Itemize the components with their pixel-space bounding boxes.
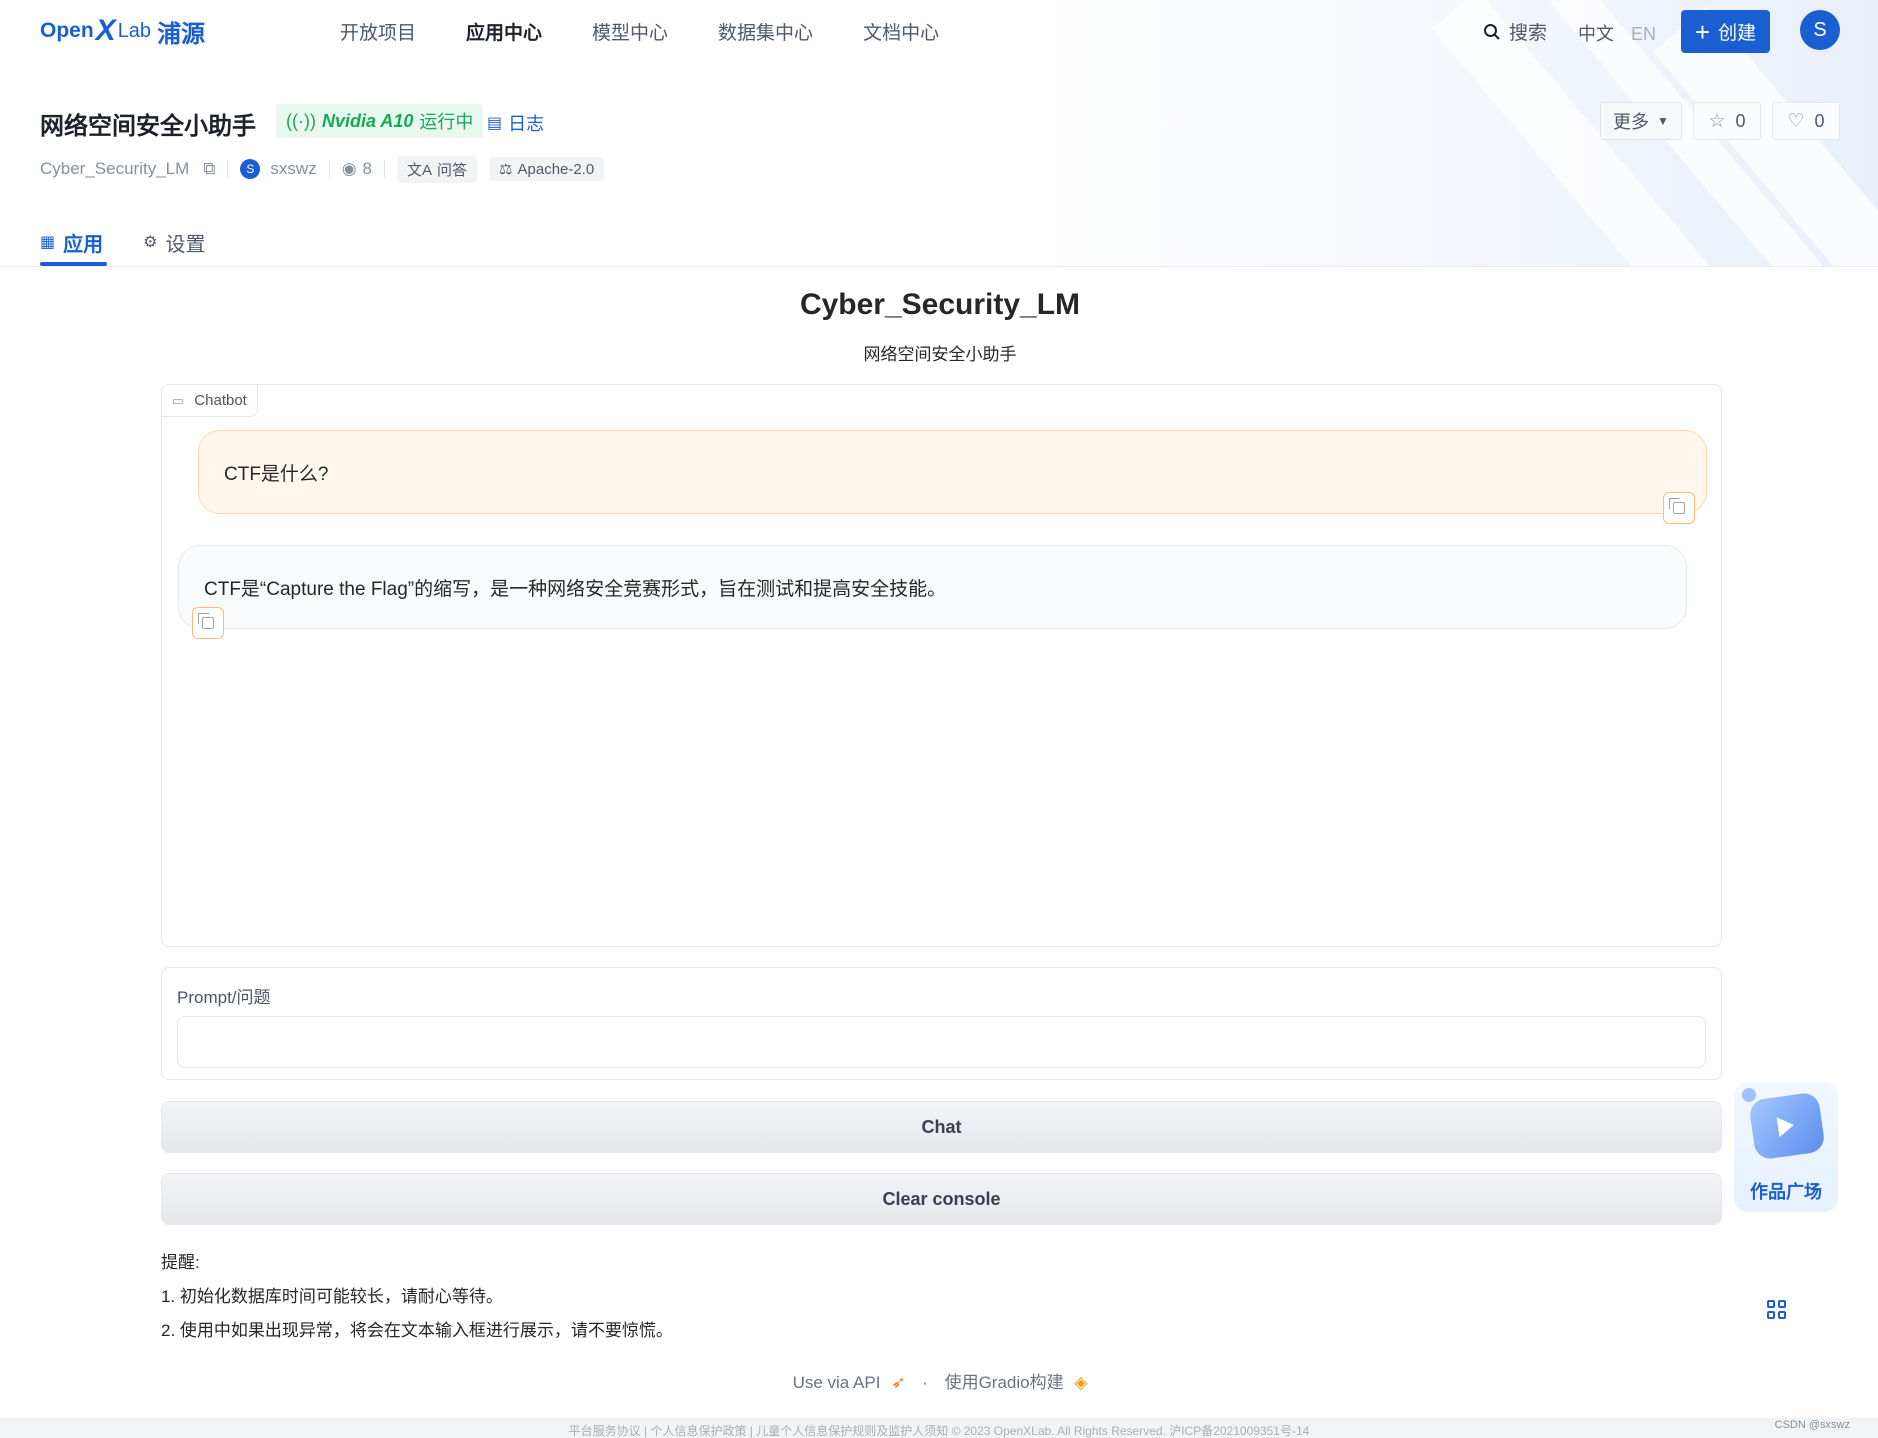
tab-app[interactable]: ▦ 应用 bbox=[40, 222, 103, 262]
running-icon: ((·)) bbox=[286, 110, 316, 131]
status-badge: ((·)) Nvidia A10 运行中 bbox=[276, 104, 484, 138]
gradio-subtitle: 网络空间安全小助手 bbox=[863, 345, 1017, 364]
chatbot-label-text: Chatbot bbox=[194, 392, 247, 409]
copy-user-message-button[interactable] bbox=[1663, 492, 1695, 524]
app-meta-row: Cyber_Security_LM ⧉ S sxswz ◉ 8 文A 问答 ⚖ Ap… bbox=[40, 155, 616, 183]
more-label: 更多 bbox=[1613, 112, 1650, 132]
nav-item-model-center[interactable]: 模型中心 bbox=[592, 18, 668, 45]
notes: 提醒: 1. 初始化数据库时间可能较长，请耐心等待。 2. 使用中如果出现异常，… bbox=[161, 1246, 673, 1348]
nav-right-group: 搜索 中文 EN + 创建 S bbox=[1278, 0, 1878, 62]
grid-icon: ▦ bbox=[40, 234, 56, 251]
main-menu: 开放项目 应用中心 模型中心 数据集中心 文档中心 bbox=[340, 18, 989, 45]
star-icon: ☆ bbox=[1708, 110, 1726, 132]
tag-qa-label: 问答 bbox=[437, 161, 468, 179]
gradio-title: Cyber_Security_LM bbox=[799, 288, 1081, 321]
chat-icon: ▭ bbox=[172, 392, 185, 408]
logo-x-mark: X bbox=[95, 14, 116, 47]
create-label: 创建 bbox=[1718, 23, 1757, 44]
log-link[interactable]: ▤ 日志 bbox=[487, 110, 544, 136]
clear-console-button[interactable]: Clear console bbox=[161, 1173, 1722, 1225]
showcase-widget[interactable]: 作品广场 bbox=[1734, 1082, 1838, 1212]
nav-item-open-projects[interactable]: 开放项目 bbox=[340, 18, 416, 45]
eye-icon: ◉ bbox=[341, 159, 357, 178]
star-button[interactable]: ☆ 0 bbox=[1693, 102, 1761, 140]
plus-icon: + bbox=[1694, 16, 1711, 47]
gear-icon: ⚙ bbox=[143, 234, 158, 251]
tab-settings[interactable]: ⚙ 设置 bbox=[143, 222, 205, 262]
tag-license-label: Apache-2.0 bbox=[517, 160, 595, 178]
apps-grid-icon[interactable] bbox=[1767, 1300, 1787, 1320]
tab-bar: ▦ 应用 ⚙ 设置 bbox=[40, 222, 245, 262]
rocket-icon: ➶ bbox=[891, 1373, 906, 1392]
search-button[interactable]: 搜索 bbox=[1483, 18, 1547, 45]
caret-down-icon: ▼ bbox=[1657, 114, 1669, 128]
log-label: 日志 bbox=[508, 114, 545, 134]
note-item: 2. 使用中如果出现异常，将会在文本输入框进行展示，请不要惊慌。 bbox=[161, 1321, 673, 1340]
watermark: CSDN @sxswz bbox=[1774, 1419, 1850, 1431]
copy-bot-message-button[interactable] bbox=[192, 607, 224, 639]
copy-icon[interactable]: ⧉ bbox=[203, 159, 215, 179]
star-count: 0 bbox=[1735, 110, 1746, 131]
gradio-footer: Use via API ➶ · 使用Gradio构建 ◈ bbox=[0, 1368, 1878, 1393]
tag-qa[interactable]: 文A 问答 bbox=[397, 155, 478, 183]
openxlab-logo[interactable]: Open X Lab 浦源 bbox=[40, 14, 205, 48]
heart-icon: ♡ bbox=[1787, 110, 1805, 132]
divider bbox=[227, 160, 229, 178]
logo-lab-text: Lab bbox=[117, 19, 152, 42]
lang-en-option[interactable]: EN bbox=[1631, 24, 1656, 44]
chatbot-label: ▭ Chatbot bbox=[162, 385, 258, 417]
site-footer: 平台服务协议 | 个人信息保护政策 | 儿童个人信息保护规则及监护人须知 © 2… bbox=[0, 1418, 1878, 1438]
header-divider bbox=[0, 266, 1878, 267]
prompt-label: Prompt/问题 bbox=[177, 988, 271, 1007]
tag-license[interactable]: ⚖ Apache-2.0 bbox=[489, 157, 605, 181]
nav-item-docs-center[interactable]: 文档中心 bbox=[863, 18, 939, 45]
tab-settings-label: 设置 bbox=[165, 233, 206, 256]
create-button[interactable]: + 创建 bbox=[1681, 10, 1770, 53]
search-icon bbox=[1484, 23, 1500, 40]
nav-item-app-center[interactable]: 应用中心 bbox=[466, 18, 542, 45]
translate-icon: 文A bbox=[407, 161, 433, 179]
status-text: 运行中 bbox=[419, 112, 474, 132]
log-icon: ▤ bbox=[487, 115, 503, 132]
bot-message: CTF是“Capture the Flag”的缩写，是一种网络安全竞赛形式，旨在… bbox=[178, 545, 1687, 629]
language-switch: 中文 EN bbox=[1578, 20, 1656, 46]
copy-icon bbox=[198, 613, 214, 629]
logo-open-text: Open bbox=[40, 19, 94, 42]
top-navigation: Open X Lab 浦源 开放项目 应用中心 模型中心 数据集中心 文档中心 … bbox=[0, 0, 1878, 62]
page-title: 网络空间安全小助手 bbox=[40, 113, 256, 140]
repo-name: Cyber_Security_LM bbox=[40, 159, 190, 178]
tab-app-label: 应用 bbox=[63, 233, 104, 256]
divider bbox=[384, 160, 386, 178]
prompt-panel: Prompt/问题 bbox=[161, 967, 1722, 1080]
gradio-logo-icon: ◈ bbox=[1074, 1373, 1088, 1392]
gpu-label: Nvidia A10 bbox=[321, 110, 414, 131]
user-message: CTF是什么? bbox=[198, 430, 1707, 514]
chat-button[interactable]: Chat bbox=[161, 1101, 1722, 1153]
logo-cn-text: 浦源 bbox=[157, 20, 206, 48]
divider bbox=[328, 160, 330, 178]
footer-separator: · bbox=[922, 1373, 928, 1392]
tv-play-icon bbox=[1748, 1091, 1826, 1161]
built-with-gradio-link[interactable]: 使用Gradio构建 bbox=[945, 1373, 1064, 1392]
like-button[interactable]: ♡ 0 bbox=[1772, 102, 1840, 140]
lang-zh-option[interactable]: 中文 bbox=[1578, 24, 1614, 44]
nav-item-dataset-center[interactable]: 数据集中心 bbox=[718, 18, 813, 45]
use-via-api-link[interactable]: Use via API bbox=[793, 1373, 881, 1392]
prompt-input[interactable] bbox=[177, 1016, 1706, 1068]
search-label: 搜索 bbox=[1509, 23, 1548, 44]
like-count: 0 bbox=[1814, 110, 1825, 131]
bubble-decoration bbox=[1742, 1088, 1756, 1102]
owner-name[interactable]: sxswz bbox=[270, 159, 316, 179]
showcase-label: 作品广场 bbox=[1750, 1182, 1822, 1202]
more-dropdown[interactable]: 更多 ▼ bbox=[1600, 102, 1682, 140]
view-count: 8 bbox=[362, 159, 373, 178]
note-item: 1. 初始化数据库时间可能较长，请耐心等待。 bbox=[161, 1287, 503, 1306]
notes-heading: 提醒: bbox=[161, 1253, 200, 1272]
chatbot-panel[interactable]: ▭ Chatbot CTF是什么? CTF是“Capture the Flag”… bbox=[161, 384, 1722, 947]
owner-avatar[interactable]: S bbox=[240, 159, 261, 179]
copy-icon bbox=[1669, 498, 1685, 514]
scale-icon: ⚖ bbox=[499, 161, 513, 178]
user-avatar[interactable]: S bbox=[1800, 10, 1840, 50]
